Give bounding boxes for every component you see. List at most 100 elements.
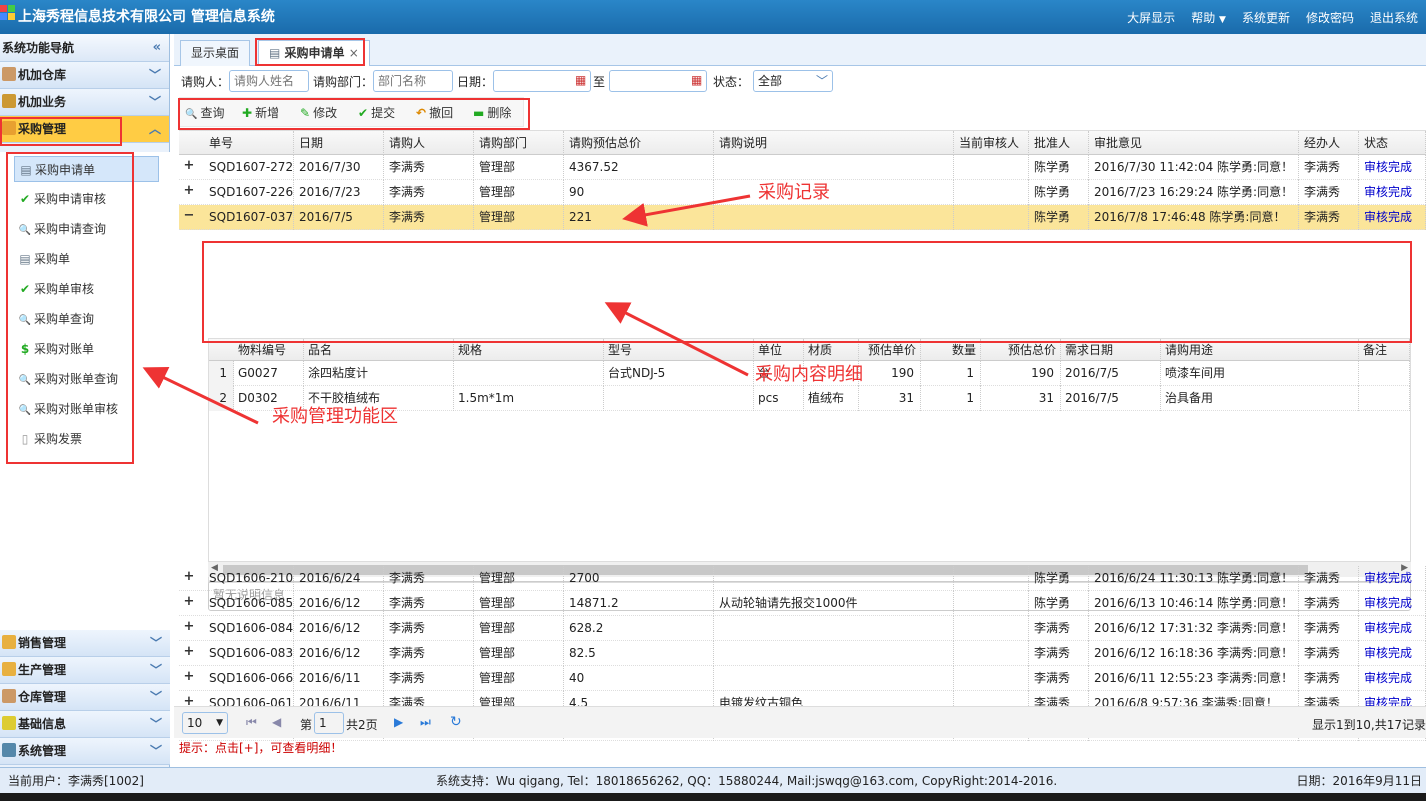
detail-column-header[interactable]: 预估单价 — [859, 339, 921, 361]
status-select[interactable]: 全部 ﹀ — [753, 70, 833, 92]
column-header[interactable]: 请购人 — [384, 131, 474, 155]
expand-icon[interactable]: + — [183, 670, 195, 683]
table-row[interactable]: − SQD1607-037 2016/7/5 李满秀 管理部 221 陈学勇 2016/7/8… — [179, 205, 1426, 230]
sidebar-section-machining-warehouse[interactable]: 机加仓库 ﹀ — [0, 62, 169, 89]
buyer-input[interactable] — [229, 70, 309, 92]
big-screen-link[interactable]: 大屏显示 — [1127, 9, 1175, 26]
table-row[interactable]: + SQD1606-066 2016/6/11 李满秀 管理部 40 李满秀 2016/6/1… — [179, 666, 1426, 691]
column-header[interactable]: 审批意见 — [1089, 131, 1299, 155]
sidebar-item-statement-review[interactable]: 🔍 采购对账单审核 — [14, 396, 159, 422]
delete-button[interactable]: ▬ 删除 — [473, 104, 511, 121]
refresh-icon[interactable]: ↻ — [450, 714, 462, 730]
cell-status[interactable]: 审核完成 — [1359, 666, 1426, 691]
last-page-icon[interactable]: ⏭ — [420, 715, 431, 730]
logout-link[interactable]: 退出系统 — [1370, 9, 1418, 26]
page-size-select[interactable]: 10 ▼ — [182, 712, 228, 734]
cell-total: 221 — [564, 205, 714, 230]
sidebar-item-invoice[interactable]: ▯ 采购发票 — [14, 426, 159, 452]
item-label: 采购对账单审核 — [34, 402, 119, 416]
detail-column-header[interactable]: 预估总价 — [981, 339, 1061, 361]
column-header[interactable]: 状态 — [1359, 131, 1426, 155]
expand-icon[interactable]: + — [183, 570, 195, 583]
sidebar-section-system[interactable]: 系统管理 ﹀ — [0, 738, 170, 765]
item-label: 采购单查询 — [34, 312, 95, 326]
column-header[interactable]: 请购预估总价 — [564, 131, 714, 155]
cell-handler: 李满秀 — [1299, 566, 1359, 591]
page-input[interactable]: 1 — [314, 712, 344, 734]
sidebar-section-machining-business[interactable]: 机加业务 ﹀ — [0, 89, 169, 116]
check-icon: ✔ — [19, 192, 31, 206]
close-icon[interactable]: × — [349, 46, 359, 60]
submit-button[interactable]: ✔ 提交 — [358, 104, 395, 121]
prev-page-icon[interactable]: ◀ — [272, 715, 281, 729]
column-header[interactable]: 经办人 — [1299, 131, 1359, 155]
sidebar-section-warehouse[interactable]: 仓库管理 ﹀ — [0, 684, 170, 711]
calendar-icon[interactable]: ▦ — [691, 73, 702, 87]
sidebar-item-request-query[interactable]: 🔍 采购申请查询 — [14, 216, 159, 242]
detail-column-header[interactable]: 材质 — [804, 339, 859, 361]
sidebar-section-production[interactable]: 生产管理 ﹀ — [0, 657, 170, 684]
detail-column-header[interactable]: 请购用途 — [1161, 339, 1359, 361]
sidebar-item-purchase-order[interactable]: ▤ 采购单 — [14, 246, 159, 272]
detail-column-header[interactable]: 品名 — [304, 339, 454, 361]
next-page-icon[interactable]: ▶ — [394, 715, 403, 729]
detail-column-header[interactable]: 备注 — [1359, 339, 1410, 361]
sidebar-section-basic-info[interactable]: 基础信息 ﹀ — [0, 711, 170, 738]
cell-status[interactable]: 审核完成 — [1359, 180, 1426, 205]
cell-total: 628.2 — [564, 616, 714, 641]
table-row[interactable]: + SQD1606-084 2016/6/12 李满秀 管理部 628.2 李满秀 2016/… — [179, 616, 1426, 641]
change-password-link[interactable]: 修改密码 — [1306, 9, 1354, 26]
cell-status[interactable]: 审核完成 — [1359, 566, 1426, 591]
detail-column-header[interactable]: 规格 — [454, 339, 604, 361]
sidebar-section-sales[interactable]: 销售管理 ﹀ — [0, 630, 170, 657]
query-button[interactable]: 🔍 查询 — [185, 104, 224, 121]
table-row[interactable]: + SQD1606-083 2016/6/12 李满秀 管理部 82.5 李满秀 2016/6… — [179, 641, 1426, 666]
sidebar-item-order-query[interactable]: 🔍 采购单查询 — [14, 306, 159, 332]
dollar-icon: $ — [20, 342, 30, 356]
expand-icon[interactable]: + — [183, 620, 195, 633]
sidebar-item-purchase-request[interactable]: ▤ 采购申请单 — [14, 156, 159, 182]
table-row[interactable]: + SQD1606-085 2016/6/12 李满秀 管理部 14871.2 从动轮轴请先… — [179, 591, 1426, 616]
table-row[interactable]: + SQD1607-272 2016/7/30 李满秀 管理部 4367.52 陈学勇 201… — [179, 155, 1426, 180]
tab-desktop[interactable]: 显示桌面 — [180, 40, 251, 66]
tab-purchase-request[interactable]: ▤ 采购申请单 × — [258, 40, 370, 66]
column-header[interactable]: 批准人 — [1029, 131, 1089, 155]
withdraw-button[interactable]: ↶ 撤回 — [416, 104, 453, 121]
column-header[interactable]: 日期 — [294, 131, 384, 155]
detail-column-header[interactable]: 数量 — [921, 339, 981, 361]
detail-column-header[interactable]: 单位 — [754, 339, 804, 361]
column-header[interactable]: 请购部门 — [474, 131, 564, 155]
cell-status[interactable]: 审核完成 — [1359, 591, 1426, 616]
expand-icon[interactable]: + — [183, 184, 195, 197]
collapse-icon[interactable]: « — [153, 34, 161, 62]
detail-column-header[interactable]: 型号 — [604, 339, 754, 361]
cell-status[interactable]: 审核完成 — [1359, 641, 1426, 666]
help-menu[interactable]: 帮助 ▼ — [1191, 9, 1226, 26]
column-header[interactable]: 当前审核人 — [954, 131, 1029, 155]
cell-status[interactable]: 审核完成 — [1359, 616, 1426, 641]
sidebar-item-statement[interactable]: $ 采购对账单 — [14, 336, 159, 362]
system-update-link[interactable]: 系统更新 — [1242, 9, 1290, 26]
expand-icon[interactable]: + — [183, 159, 195, 172]
expand-icon[interactable]: + — [183, 645, 195, 658]
first-page-icon[interactable]: ⏮ — [246, 715, 257, 730]
sidebar-item-statement-query[interactable]: 🔍 采购对账单查询 — [14, 366, 159, 392]
edit-button[interactable]: ✎ 修改 — [300, 104, 337, 121]
cell-date: 2016/7/30 — [294, 155, 384, 180]
dept-input[interactable] — [373, 70, 453, 92]
expand-icon[interactable]: + — [183, 595, 195, 608]
detail-column-header[interactable]: 物料编号 — [234, 339, 304, 361]
column-header[interactable]: 单号 — [204, 131, 294, 155]
add-button[interactable]: ✚ 新增 — [242, 104, 279, 121]
cell-date: 2016/7/5 — [294, 205, 384, 230]
calendar-icon[interactable]: ▦ — [575, 73, 586, 87]
detail-column-header[interactable]: 需求日期 — [1061, 339, 1161, 361]
sidebar-item-request-review[interactable]: ✔ 采购申请审核 — [14, 186, 159, 212]
sidebar-section-purchase[interactable]: 采购管理 ︿ — [0, 116, 169, 143]
table-row[interactable]: + SQD1606-210 2016/6/24 李满秀 管理部 2700 陈学勇 2016/6… — [179, 566, 1426, 591]
collapse-icon[interactable]: − — [183, 209, 195, 222]
sidebar-item-order-review[interactable]: ✔ 采购单审核 — [14, 276, 159, 302]
cell-status[interactable]: 审核完成 — [1359, 155, 1426, 180]
cell-status[interactable]: 审核完成 — [1359, 205, 1426, 230]
column-header[interactable]: 请购说明 — [714, 131, 954, 155]
